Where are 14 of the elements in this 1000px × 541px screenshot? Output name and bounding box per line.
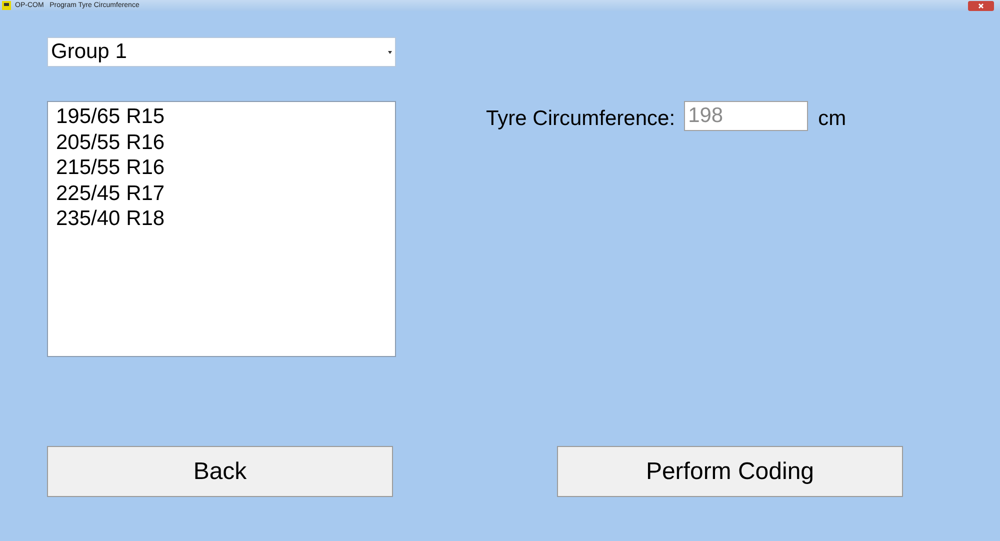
list-item[interactable]: 195/65 R15	[54, 104, 167, 130]
field-label: Tyre Circumference:	[486, 107, 676, 131]
back-button[interactable]: Back	[47, 446, 393, 497]
unit-label: cm	[818, 107, 846, 131]
list-item[interactable]: 235/40 R18	[54, 206, 167, 232]
list-item[interactable]: 225/45 R17	[54, 180, 167, 206]
group-dropdown[interactable]: Group 1	[47, 37, 396, 67]
list-item[interactable]: 205/55 R16	[54, 130, 167, 155]
dropdown-arrow-icon	[388, 50, 392, 54]
app-icon	[2, 1, 11, 10]
close-icon	[978, 2, 984, 8]
close-button[interactable]	[968, 0, 994, 10]
list-item[interactable]: 215/55 R16	[54, 155, 167, 180]
perform-coding-button[interactable]: Perform Coding	[557, 446, 903, 497]
